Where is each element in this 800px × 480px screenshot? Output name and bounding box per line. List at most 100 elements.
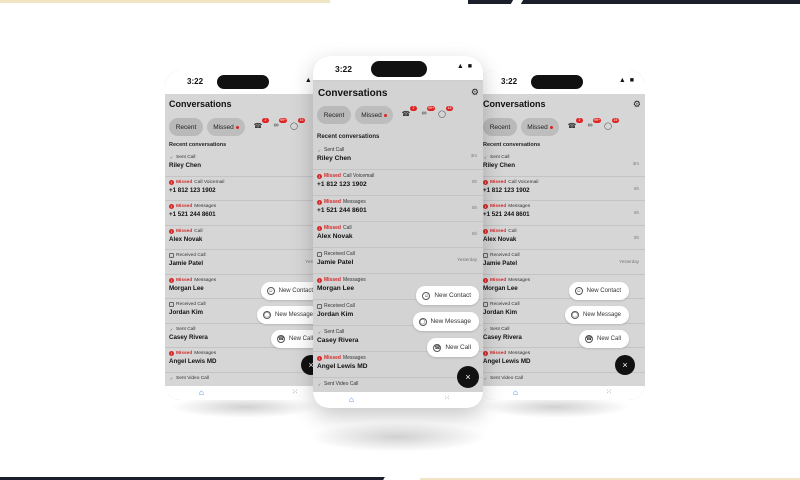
home-icon[interactable]: ⌂	[513, 388, 518, 397]
filter-phone-tab[interactable]: ☎ 2	[565, 118, 583, 132]
type-label: Messages	[508, 204, 531, 209]
filter-missed-tab[interactable]: Missed	[521, 118, 559, 136]
missed-label: Missed	[490, 277, 507, 283]
filter-voicemail-tab[interactable]: ∞ 99+	[583, 118, 601, 132]
filter-missed-tab[interactable]: Missed	[207, 118, 245, 136]
message-icon: ◯	[418, 317, 427, 326]
sent-icon: ✓	[317, 381, 322, 387]
filter-message-tab[interactable]: ◯ 15	[435, 106, 453, 120]
status-time: 3:22	[187, 77, 204, 86]
new-contact-button[interactable]: ☺ New Contact	[568, 282, 629, 300]
list-item[interactable]: ↓Received CallJamie PatelYesterday	[479, 250, 645, 275]
new-message-button[interactable]: ◯ New Message	[256, 306, 321, 324]
list-item[interactable]: !MissedCallAlex Novak5h	[165, 226, 331, 250]
message-icon: ◯	[290, 123, 298, 130]
filter-recent-tab[interactable]: Recent	[169, 118, 203, 136]
list-item[interactable]: !MissedCall Voicemail+1 812 123 19025h	[479, 177, 645, 201]
filter-voicemail-tab[interactable]: ∞ 99+	[417, 106, 435, 120]
close-fab-button[interactable]: ×	[615, 355, 635, 375]
contact-name: +1 521 244 8601	[169, 211, 216, 218]
new-message-button[interactable]: ◯ New Message	[412, 312, 479, 331]
conversation-type: ! Missed Call Voicemail	[169, 177, 331, 185]
list-item[interactable]: ↓Received CallJamie PatelYesterday	[165, 250, 331, 275]
page-title: Conversations	[483, 99, 546, 109]
list-item[interactable]: !MissedMessages+1 521 244 86015h	[479, 201, 645, 226]
sent-icon: ✓	[483, 375, 488, 381]
filter-missed-label: Missed	[213, 123, 234, 131]
filter-message-tab[interactable]: ◯ 15	[601, 118, 619, 132]
status-icons: ▲ ■	[456, 63, 473, 70]
timestamp: 3m	[632, 161, 639, 166]
filter-missed-tab[interactable]: Missed	[355, 106, 393, 124]
phone-screen: 3:22▲ ■Conversations⚙RecentMissed☎2∞99+◯…	[165, 70, 331, 400]
new-message-button[interactable]: ◯ New Message	[564, 306, 629, 324]
missed-label: Missed	[324, 277, 341, 283]
fab-menu: ☺ New Contact ◯ New Message ☎ New Call	[549, 282, 629, 392]
new-contact-button[interactable]: ☺ New Contact	[260, 282, 321, 300]
dialpad-icon[interactable]: ⁙	[444, 394, 450, 402]
list-item[interactable]: !MissedCallAlex Novak5h	[479, 226, 645, 250]
list-item[interactable]: !MissedCall Voicemail+1 812 123 19025h	[165, 177, 331, 201]
status-bar: 3:22 ▲ ■	[313, 56, 483, 80]
missed-label: Missed	[324, 199, 341, 205]
list-item[interactable]: !MissedMessages+1 521 244 86015h	[313, 196, 483, 222]
filter-recent-tab[interactable]: Recent	[483, 118, 517, 136]
list-item[interactable]: ✓Sent CallRiley Chen3m	[313, 144, 483, 170]
close-fab-button[interactable]: ×	[457, 366, 479, 388]
contact-name: Riley Chen	[169, 162, 201, 169]
type-label: Sent Call	[490, 155, 510, 160]
missed-dot-icon	[235, 125, 239, 129]
timestamp: 5h	[471, 179, 477, 184]
type-label: Messages	[194, 351, 217, 356]
bottom-tab-bar: ⌂ ⁙	[479, 386, 645, 400]
conversation-type: ✓ Sent Call	[169, 152, 331, 160]
type-label: Received Call	[324, 251, 355, 257]
timestamp: 3m	[470, 153, 477, 158]
sent-icon: ✓	[317, 329, 322, 335]
home-icon[interactable]: ⌂	[199, 388, 204, 397]
type-label: Sent Call	[176, 326, 196, 332]
new-call-button[interactable]: ☎ New Call	[578, 330, 629, 348]
contact-name: +1 521 244 8601	[483, 211, 530, 218]
conversation-type: ! Missed Messages	[483, 201, 645, 209]
phone-mockup: 3:22▲ ■Conversations⚙RecentMissed☎2∞99+◯…	[165, 70, 331, 400]
list-item[interactable]: ↓Received CallJamie PatelYesterday	[313, 248, 483, 274]
dialpad-icon[interactable]: ⁙	[606, 388, 612, 396]
count-badge: 2	[576, 118, 583, 123]
filter-phone-tab[interactable]: ☎ 2	[251, 118, 269, 132]
conversation-type: ✓ Sent Call	[483, 152, 645, 160]
missed-label: Missed	[490, 204, 507, 209]
missed-label: Missed	[490, 228, 507, 234]
new-call-label: New Call	[596, 336, 621, 342]
missed-icon: !	[169, 228, 174, 234]
filter-recent-tab[interactable]: Recent	[317, 106, 351, 124]
missed-label: Missed	[490, 179, 507, 185]
list-item[interactable]: !MissedCallAlex Novak5h	[313, 222, 483, 248]
type-label: Received Call	[490, 253, 520, 258]
new-call-button[interactable]: ☎ New Call	[427, 338, 479, 357]
list-item[interactable]: ✓Sent CallRiley Chen3m	[479, 152, 645, 177]
home-icon[interactable]: ⌂	[349, 395, 354, 404]
decor-bar	[468, 0, 800, 4]
count-badge: 2	[262, 118, 269, 123]
missed-icon: !	[483, 228, 488, 234]
list-item[interactable]: ✓Sent CallRiley Chen3m	[165, 152, 331, 177]
missed-label: Missed	[324, 225, 341, 231]
filter-phone-tab[interactable]: ☎ 2	[399, 106, 417, 120]
missed-icon: !	[317, 355, 322, 361]
type-label: Call	[508, 228, 517, 234]
gear-icon[interactable]: ⚙	[633, 99, 641, 110]
count-badge: 15	[298, 118, 305, 123]
sent-icon: ✓	[317, 147, 322, 153]
new-message-label: New Message	[430, 318, 472, 325]
list-item[interactable]: !MissedCall Voicemail+1 812 123 19025h	[313, 170, 483, 196]
gear-icon[interactable]: ⚙	[471, 87, 479, 98]
new-contact-button[interactable]: ☺ New Contact	[416, 286, 479, 305]
filter-message-tab[interactable]: ◯ 15	[287, 118, 305, 132]
phone-icon: ☎	[584, 335, 593, 343]
dialpad-icon[interactable]: ⁙	[292, 388, 298, 396]
list-item[interactable]: !MissedMessages+1 521 244 86015h	[165, 201, 331, 226]
filter-voicemail-tab[interactable]: ∞ 99+	[269, 118, 287, 132]
type-label: Sent Call	[324, 147, 345, 153]
missed-icon: !	[317, 225, 322, 231]
